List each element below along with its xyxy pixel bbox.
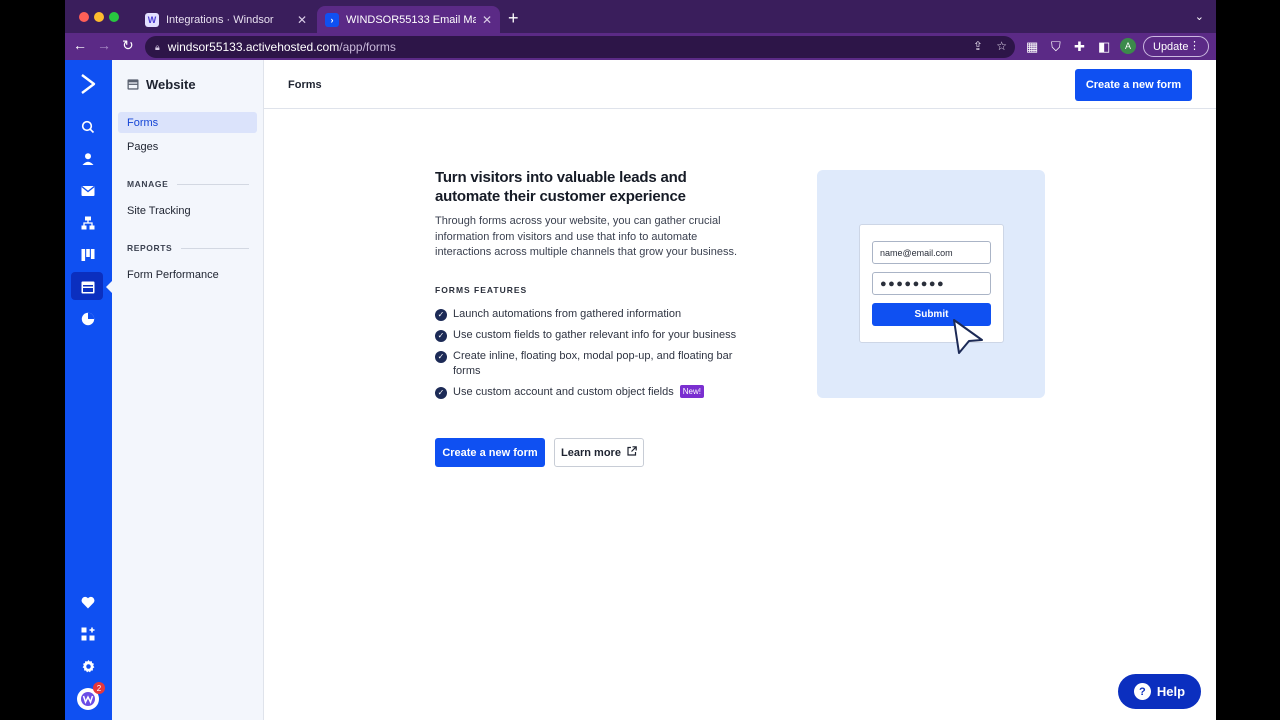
notification-badge: 2 (93, 682, 105, 694)
feature-item: ✓ Use custom account and custom object fi… (435, 384, 755, 400)
omnibox-actions: ⇪ ☆ (973, 39, 1007, 53)
section-label: REPORTS (127, 243, 173, 253)
tab-strip: W Integrations · Windsor ✕ › WINDSOR5513… (65, 0, 1216, 33)
maximize-window-button[interactable] (109, 12, 119, 22)
website-icon (127, 79, 139, 90)
check-icon: ✓ (435, 386, 447, 399)
apps-icon[interactable] (78, 624, 98, 644)
reports-icon[interactable] (78, 309, 98, 329)
new-badge: New! (679, 384, 704, 398)
shield-extension-icon[interactable]: ⛉ (1051, 39, 1061, 55)
minimize-window-button[interactable] (94, 12, 104, 22)
empty-state-content: Turn visitors into valuable leads and au… (435, 168, 755, 406)
update-button[interactable]: Update ⋮ (1143, 36, 1209, 57)
feature-text: Create inline, floating box, modal pop-u… (453, 349, 733, 377)
bookmark-star-icon[interactable]: ☆ (996, 39, 1007, 53)
profile-avatar[interactable]: A (1120, 38, 1136, 54)
question-icon: ? (1133, 683, 1151, 700)
empty-state-actions: Create a new form Learn more (435, 438, 644, 467)
heart-icon[interactable] (78, 592, 98, 612)
subnav-section-reports: REPORTS (127, 243, 249, 253)
browser-window: W Integrations · Windsor ✕ › WINDSOR5513… (65, 0, 1216, 720)
features-heading: FORMS FEATURES (435, 284, 528, 295)
lock-icon: 🔒︎ (155, 41, 160, 52)
url-path: /app/forms (339, 40, 396, 54)
tab-title: WINDSOR55133 Email Marketi (346, 13, 476, 26)
mini-password-field: ●●●●●●●● (872, 272, 991, 295)
subnav-section-manage: MANAGE (127, 179, 249, 189)
browser-toolbar: ← → ↻ 🔒︎ windsor55133.activehosted.com/a… (65, 33, 1216, 60)
create-form-button[interactable]: Create a new form (435, 438, 545, 467)
new-tab-icon[interactable]: + (508, 8, 519, 29)
learn-more-button[interactable]: Learn more (554, 438, 644, 467)
features-list: ✓ Launch automations from gathered inform… (435, 307, 755, 400)
address-bar[interactable]: 🔒︎ windsor55133.activehosted.com/app/for… (145, 36, 1015, 58)
subnav-item-form-performance[interactable]: Form Performance (118, 264, 257, 285)
tab-title: Integrations · Windsor (166, 13, 274, 26)
windsor-logo-icon: W (145, 12, 159, 27)
check-icon: ✓ (435, 308, 447, 321)
forward-arrow-icon[interactable]: → (97, 37, 111, 53)
empty-state-description: Through forms across your website, you c… (435, 215, 738, 258)
divider (181, 247, 249, 249)
tab-search-chevron-icon[interactable]: ⌄ (1195, 10, 1204, 23)
share-icon[interactable]: ⇪ (973, 39, 983, 53)
learn-more-label: Learn more (561, 446, 621, 459)
close-window-button[interactable] (79, 12, 89, 22)
gear-icon[interactable] (78, 656, 98, 676)
form-illustration: name@email.com ●●●●●●●● Submit (817, 170, 1045, 398)
create-form-button[interactable]: Create a new form (1075, 69, 1192, 101)
activecampaign-logo-icon[interactable] (78, 74, 98, 94)
sidepanel-icon[interactable]: ◧ (1098, 39, 1110, 55)
automations-icon[interactable] (78, 213, 98, 233)
close-tab-icon[interactable]: ✕ (482, 13, 492, 27)
reload-icon[interactable]: ↻ (122, 37, 134, 54)
puzzle-extensions-icon[interactable]: ✚ (1074, 39, 1085, 55)
activecampaign-logo-icon: › (325, 12, 339, 27)
section-label: MANAGE (127, 179, 169, 189)
check-icon: ✓ (435, 329, 447, 342)
close-tab-icon[interactable]: ✕ (297, 13, 307, 27)
divider (177, 183, 249, 185)
url-domain: windsor55133.activehosted.com (167, 40, 340, 54)
feature-item: ✓ Use custom fields to gather relevant in… (435, 328, 755, 343)
feature-item: ✓ Create inline, floating box, modal pop-… (435, 349, 755, 379)
subnav-item-pages[interactable]: Pages (118, 136, 257, 157)
pointer-cursor-icon (953, 319, 983, 354)
browser-tab-integrations[interactable]: W Integrations · Windsor ✕ (137, 6, 315, 33)
contacts-icon[interactable] (78, 149, 98, 169)
website-subnav: Website Forms Pages MANAGE Site Tracking… (112, 60, 264, 720)
campaigns-icon[interactable] (78, 181, 98, 201)
page-title: Forms (288, 79, 322, 91)
subnav-item-forms[interactable]: Forms (118, 112, 257, 133)
app-rail: 2 (65, 60, 112, 720)
feature-text: Launch automations from gathered informa… (453, 307, 682, 320)
feature-text: Use custom fields to gather relevant inf… (453, 328, 737, 341)
back-arrow-icon[interactable]: ← (73, 37, 87, 53)
deals-icon[interactable] (78, 245, 98, 265)
mini-email-field: name@email.com (872, 241, 991, 264)
check-icon: ✓ (435, 350, 447, 363)
browser-tab-activecampaign[interactable]: › WINDSOR55133 Email Marketi ✕ (317, 6, 500, 33)
external-link-icon (627, 446, 637, 459)
windsor-avatar[interactable]: 2 (77, 682, 105, 710)
subnav-header: Website (127, 77, 196, 92)
subnav-title: Website (146, 77, 196, 92)
feature-item: ✓ Launch automations from gathered inform… (435, 307, 755, 322)
feature-text: Use custom account and custom object fie… (453, 385, 674, 398)
update-label: Update (1153, 40, 1189, 53)
empty-state-headline: Turn visitors into valuable leads and au… (435, 169, 687, 205)
search-icon[interactable] (78, 117, 98, 137)
more-menu-icon[interactable]: ⋮ (1189, 39, 1200, 52)
help-label: Help (1156, 684, 1186, 699)
qr-extension-icon[interactable]: ▦ (1026, 39, 1038, 55)
help-button[interactable]: ? Help (1118, 674, 1201, 709)
page-header: Forms Create a new form (264, 60, 1216, 109)
subnav-item-site-tracking[interactable]: Site Tracking (118, 200, 257, 221)
website-icon[interactable] (78, 277, 98, 297)
